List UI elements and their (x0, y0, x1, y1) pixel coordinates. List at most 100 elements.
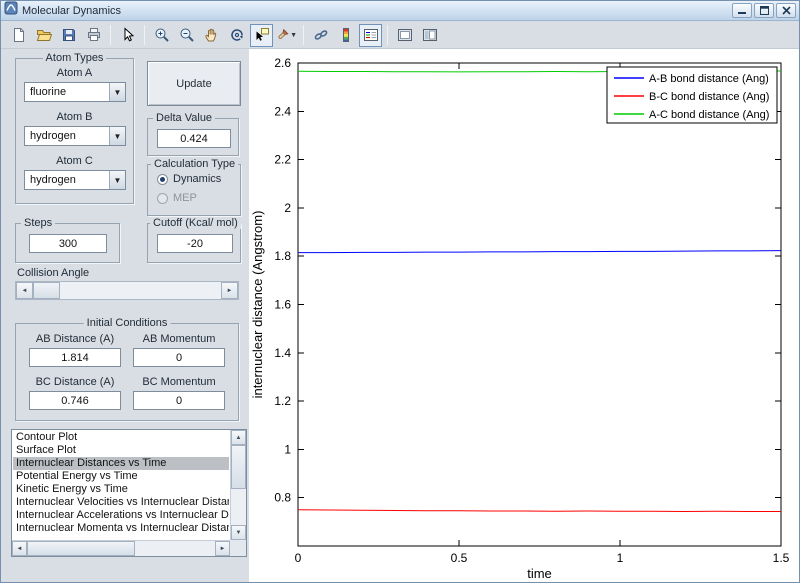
chevron-down-icon[interactable]: ▼ (109, 171, 125, 189)
cutoff-field[interactable] (157, 234, 233, 253)
list-item[interactable]: Kinetic Energy vs Time (13, 483, 229, 496)
link-plot-button[interactable] (309, 24, 332, 47)
mep-radio[interactable]: MEP (157, 192, 197, 204)
minimize-icon (737, 12, 746, 14)
svg-text:2.4: 2.4 (274, 104, 291, 118)
pan-button[interactable] (200, 24, 223, 47)
atom-b-value: hydrogen (30, 130, 76, 142)
ab-momentum-field[interactable] (133, 348, 225, 367)
plot-type-listbox[interactable]: Contour Plot Surface Plot Internuclear Dis… (11, 429, 247, 557)
bc-distance-field[interactable] (29, 391, 121, 410)
groupbox-legend: Steps (21, 217, 56, 229)
slider-thumb[interactable] (33, 282, 60, 299)
atom-a-select[interactable]: fluorine ▼ (24, 82, 126, 102)
zoom-out-button[interactable] (175, 24, 198, 47)
listbox-horizontal-scrollbar[interactable]: ◄ ► (12, 540, 230, 556)
minimize-button[interactable] (732, 3, 752, 18)
maximize-button[interactable] (754, 3, 774, 18)
atom-b-select[interactable]: hydrogen ▼ (24, 126, 126, 146)
list-item[interactable]: Internuclear Distances vs Time (13, 457, 229, 470)
scroll-right-button[interactable]: ► (215, 541, 230, 556)
svg-text:time: time (527, 566, 552, 581)
print-figure-button[interactable] (82, 24, 105, 47)
atom-a-label: Atom A (56, 67, 93, 79)
data-cursor-button[interactable] (250, 23, 273, 47)
window-title: Molecular Dynamics (22, 4, 122, 17)
open-file-button[interactable] (32, 24, 55, 47)
dynamics-radio[interactable]: Dynamics (157, 173, 221, 185)
list-item[interactable]: Surface Plot (13, 444, 229, 457)
listbox-items: Contour Plot Surface Plot Internuclear Dis… (13, 431, 229, 539)
svg-text:0.8: 0.8 (274, 491, 291, 505)
toolbar-separator (387, 25, 388, 45)
list-item[interactable]: Internuclear Momenta vs Internuclear Dis… (13, 522, 229, 535)
svg-text:internuclear distance (Angstro: internuclear distance (Angstrom) (250, 211, 265, 399)
app-window: Molecular Dynamics ▼ 0 0.5 1 1.5 0.8 1 1.2 1.4 1… (0, 0, 800, 583)
list-item[interactable]: Internuclear Accelerations vs Internucle… (13, 509, 229, 522)
bc-distance-label: BC Distance (A) (35, 376, 115, 388)
scroll-down-button[interactable]: ▼ (231, 525, 246, 540)
edit-plot-button[interactable] (116, 24, 139, 47)
plot-panel: 0 0.5 1 1.5 0.8 1 1.2 1.4 1.6 1.8 2 2.2 2.4 2.6 time in… (249, 49, 800, 582)
groupbox-legend: Cutoff (Kcal/ mol) (150, 217, 241, 229)
hide-plot-tools-button[interactable] (393, 24, 416, 47)
listbox-vertical-scrollbar[interactable]: ▲ ▼ (230, 430, 246, 540)
scrollbar-thumb[interactable] (27, 541, 135, 556)
link-icon (314, 30, 327, 40)
slider-left-arrow[interactable]: ◄ (16, 282, 33, 299)
chevron-down-icon[interactable]: ▼ (109, 83, 125, 101)
delta-value-field[interactable] (157, 129, 231, 148)
save-icon (62, 29, 75, 41)
titlebar[interactable]: Molecular Dynamics (1, 1, 799, 21)
colorbar-icon (342, 28, 349, 42)
toolbar-separator (110, 25, 111, 45)
bc-momentum-field[interactable] (133, 391, 225, 410)
steps-field[interactable] (29, 234, 107, 253)
rotate-3d-button[interactable] (225, 24, 248, 47)
close-button[interactable] (776, 3, 796, 18)
scroll-left-button[interactable]: ◄ (12, 541, 27, 556)
svg-text:A-C bond distance (Ang): A-C bond distance (Ang) (649, 109, 769, 121)
slider-right-arrow[interactable]: ► (221, 282, 238, 299)
list-item[interactable]: Contour Plot (13, 431, 229, 444)
show-plot-tools-button[interactable] (418, 24, 441, 47)
list-item[interactable]: Internuclear Velocities vs Internuclear … (13, 496, 229, 509)
hand-icon (204, 28, 216, 42)
ab-distance-field[interactable] (29, 348, 121, 367)
scrollbar-corner (230, 540, 246, 556)
list-item[interactable]: Potential Energy vs Time (13, 470, 229, 483)
plot-svg[interactable]: 0 0.5 1 1.5 0.8 1 1.2 1.4 1.6 1.8 2 2.2 2.4 2.6 time in… (249, 49, 800, 582)
insert-colorbar-button[interactable] (334, 24, 357, 47)
groupbox-legend: Atom Types (42, 52, 107, 64)
printer-icon (87, 28, 100, 41)
insert-legend-button[interactable] (359, 23, 382, 47)
svg-text:A-B bond distance (Ang): A-B bond distance (Ang) (649, 73, 769, 85)
svg-text:1.6: 1.6 (274, 298, 291, 312)
collision-angle-slider[interactable]: ◄ ► (15, 281, 239, 300)
svg-text:0: 0 (295, 551, 302, 565)
brush-data-button[interactable]: ▼ (275, 24, 298, 47)
update-button[interactable]: Update (147, 61, 241, 106)
atom-types-groupbox: Atom Types Atom A fluorine ▼ Atom B hydr… (15, 52, 134, 204)
radio-icon (157, 173, 168, 185)
mep-radio-label: MEP (173, 192, 197, 204)
svg-text:1: 1 (284, 442, 291, 456)
svg-text:B-C bond distance (Ang): B-C bond distance (Ang) (649, 91, 769, 103)
radio-icon (157, 192, 168, 204)
scrollbar-thumb[interactable] (231, 445, 246, 489)
svg-text:2: 2 (284, 201, 291, 215)
svg-text:2.2: 2.2 (274, 153, 291, 167)
data-cursor-icon (256, 28, 269, 41)
atom-c-select[interactable]: hydrogen ▼ (24, 170, 126, 190)
svg-text:1: 1 (617, 551, 624, 565)
save-figure-button[interactable] (57, 24, 80, 47)
show-plot-tools-icon (422, 29, 437, 41)
brush-icon (278, 28, 289, 40)
bc-momentum-label: BC Momentum (142, 376, 216, 388)
zoom-in-button[interactable] (150, 24, 173, 47)
scroll-up-button[interactable]: ▲ (231, 430, 246, 445)
legend-icon (363, 29, 378, 41)
chevron-down-icon[interactable]: ▼ (109, 127, 125, 145)
new-figure-button[interactable] (7, 24, 30, 47)
svg-text:1.5: 1.5 (773, 551, 790, 565)
